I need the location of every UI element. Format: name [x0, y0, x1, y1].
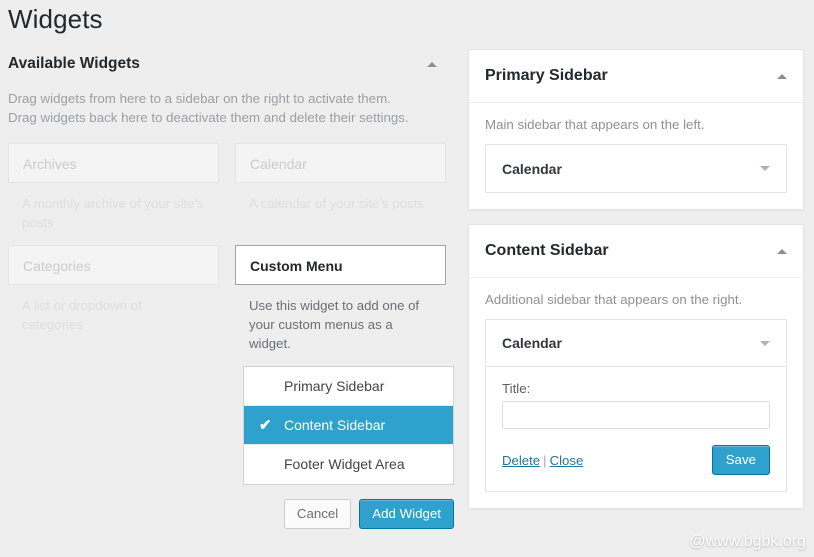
sidebar-option-footer-widget-area[interactable]: Footer Widget Area	[244, 445, 453, 484]
sidebar-panel-title: Primary Sidebar	[485, 67, 608, 84]
add-widget-button[interactable]: Add Widget	[359, 499, 454, 529]
sidebar-panel-content-sidebar: Content Sidebar Additional sidebar that …	[468, 224, 804, 509]
link-separator: |	[543, 452, 547, 468]
widget-tile-calendar[interactable]: Calendar A calendar of your site’s posts	[227, 143, 454, 232]
widget-tile-custom-menu[interactable]: Custom Menu Use this widget to add one o…	[227, 245, 454, 529]
sidebar-widget-calendar[interactable]: Calendar Title: Delete | Close Save	[485, 319, 787, 492]
widget-grid-row: Categories A list or dropdown of categor…	[0, 245, 455, 529]
widget-tile-description: A calendar of your site’s posts	[249, 196, 424, 211]
sidebar-panel-primary-sidebar: Primary Sidebar Main sidebar that appear…	[468, 49, 804, 210]
triangle-up-icon[interactable]	[777, 249, 787, 254]
sidebar-panel-header[interactable]: Primary Sidebar	[469, 50, 803, 103]
widgets-admin-screen: Widgets Available Widgets Drag widgets f…	[0, 0, 814, 557]
sidebar-panel-title: Content Sidebar	[485, 242, 609, 259]
widget-form-links: Delete | Close	[502, 453, 583, 468]
available-widgets-section: Available Widgets Drag widgets from here…	[0, 55, 455, 529]
widget-tile-description: A list or dropdown of categories	[22, 298, 142, 332]
chooser-actions: Cancel Add Widget	[243, 499, 454, 529]
triangle-down-icon[interactable]	[760, 341, 770, 346]
widget-tile-description: A monthly archive of your site’s posts	[22, 196, 204, 230]
close-link[interactable]: Close	[550, 453, 584, 468]
widget-tile-title: Calendar	[235, 143, 446, 183]
widget-form-actions: Delete | Close Save	[502, 445, 770, 475]
widget-tile-categories[interactable]: Categories A list or dropdown of categor…	[0, 245, 227, 529]
sidebar-panel-body: Main sidebar that appears on the left. C…	[469, 103, 803, 209]
widget-settings-form: Title: Delete | Close Save	[486, 367, 786, 491]
sidebar-panel-body: Additional sidebar that appears on the r…	[469, 278, 803, 508]
sidebars-column: Primary Sidebar Main sidebar that appear…	[468, 49, 804, 523]
widget-grid-row: Archives A monthly archive of your site’…	[0, 143, 455, 232]
title-field-label: Title:	[502, 381, 531, 396]
sidebar-panel-description: Main sidebar that appears on the left.	[485, 117, 705, 132]
sidebar-option-label: Footer Widget Area	[284, 456, 405, 472]
widget-tile-archives[interactable]: Archives A monthly archive of your site’…	[0, 143, 227, 232]
sidebar-option-content-sidebar[interactable]: ✔ Content Sidebar	[244, 406, 453, 445]
check-icon: ✔	[259, 417, 272, 434]
triangle-down-icon[interactable]	[760, 166, 770, 171]
watermark: @www.bgbk.org	[689, 533, 806, 550]
sidebar-widget-header[interactable]: Calendar	[486, 320, 786, 367]
save-button[interactable]: Save	[711, 445, 770, 475]
widget-tile-title: Categories	[8, 245, 219, 285]
widget-tile-title: Custom Menu	[235, 245, 446, 285]
widget-tile-title: Archives	[8, 143, 219, 183]
delete-link[interactable]: Delete	[502, 453, 540, 468]
sidebar-panel-header[interactable]: Content Sidebar	[469, 225, 803, 278]
sidebar-widget-title: Calendar	[502, 335, 562, 351]
sidebar-widget-title: Calendar	[502, 160, 562, 177]
available-widgets-description: Drag widgets from here to a sidebar on t…	[8, 91, 409, 125]
available-widgets-grid: Archives A monthly archive of your site’…	[0, 143, 455, 529]
sidebar-option-label: Primary Sidebar	[284, 378, 385, 394]
cancel-button[interactable]: Cancel	[283, 499, 352, 529]
available-widgets-heading: Available Widgets	[8, 55, 140, 72]
sidebar-panel-description: Additional sidebar that appears on the r…	[485, 292, 743, 307]
sidebar-option-primary-sidebar[interactable]: Primary Sidebar	[244, 367, 453, 406]
sidebar-chooser-list[interactable]: Primary Sidebar ✔ Content Sidebar Footer…	[243, 366, 454, 485]
triangle-up-icon[interactable]	[777, 74, 787, 79]
triangle-up-icon[interactable]	[427, 62, 437, 67]
title-input[interactable]	[502, 401, 770, 429]
sidebar-widget-calendar[interactable]: Calendar	[485, 144, 787, 193]
sidebar-option-label: Content Sidebar	[284, 417, 386, 433]
sidebar-widget-header[interactable]: Calendar	[486, 145, 786, 192]
available-widgets-header[interactable]: Available Widgets	[0, 55, 455, 81]
widget-tile-description: Use this widget to add one of your custo…	[249, 298, 420, 351]
page-title: Widgets	[8, 4, 103, 34]
